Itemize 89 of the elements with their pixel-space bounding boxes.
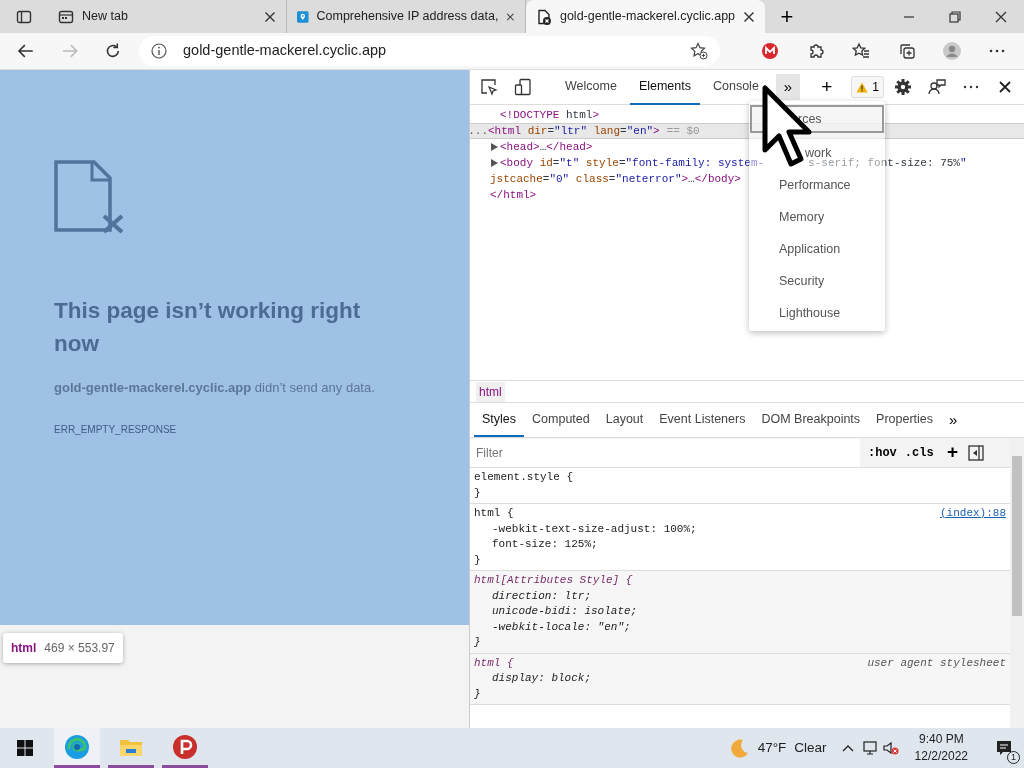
settings-icon[interactable] (894, 78, 912, 96)
warnings-button[interactable]: 1 (851, 76, 884, 98)
collections-icon[interactable] (897, 42, 916, 60)
code-line: jstcache="0" class="neterror">…</body> (490, 172, 741, 187)
closing-brace: } (474, 686, 481, 702)
close-icon[interactable] (506, 10, 515, 23)
breadcrumb[interactable]: html (476, 381, 505, 402)
device-icon[interactable] (514, 78, 532, 96)
hover-toggle[interactable]: :hov (868, 437, 897, 468)
error-message: gold-gentle-mackerel.cyclic.app didn’t send any data. (54, 379, 376, 397)
css-declaration: -webkit-text-size-adjust: 100%; (491, 521, 698, 537)
error-code: ERR_EMPTY_RESPONSE (54, 422, 178, 437)
scrollbar[interactable] (1010, 438, 1024, 728)
gutter-dots: ... (468, 124, 488, 139)
css-selector: html { (474, 655, 514, 671)
close-icon[interactable] (264, 10, 276, 23)
new-rule-button[interactable]: + (941, 437, 964, 468)
notification-count: 1 (1007, 751, 1020, 764)
pane-tab[interactable]: Layout (597, 403, 652, 437)
css-selector: html[Attributes Style] { (474, 573, 633, 588)
sidebar-toggle-icon[interactable] (967, 444, 984, 461)
broken-file-icon (54, 160, 126, 234)
code-line: <html dir="ltr" lang="en"> (488, 124, 660, 139)
browser-tab[interactable]: gold-gentle-mackerel.cyclic.app (526, 0, 765, 33)
more-tabs-button[interactable]: » (775, 74, 800, 100)
source-link[interactable]: (index):88 (940, 506, 1006, 522)
css-declaration: direction: ltr; (491, 588, 593, 604)
temperature: 47°F (757, 738, 787, 757)
notification-icon[interactable] (995, 739, 1013, 757)
selected-marker: == $0 (666, 124, 700, 139)
clock-time[interactable]: 9:40 PM (918, 731, 964, 748)
page-icon (58, 8, 74, 25)
pane-tab[interactable]: Event Listeners (651, 403, 754, 437)
code-line: s-serif; font-size: 75%" (808, 157, 967, 171)
new-tab-button[interactable]: + (769, 0, 805, 33)
source-label: user agent stylesheet (867, 655, 1006, 671)
menu-item[interactable]: Application (779, 242, 841, 256)
error-title: This page isn’t working right now (54, 297, 362, 358)
css-selector: html { (474, 506, 514, 521)
menu-item[interactable]: work (805, 146, 832, 160)
pane-tab[interactable]: DOM Breakpoints (753, 403, 869, 437)
tooltip-size: 469 × 553.97 (44, 640, 115, 657)
css-selector: element.style { (474, 470, 574, 485)
tab-actions-icon[interactable] (16, 8, 32, 25)
pane-tab[interactable]: Computed (524, 403, 598, 437)
filter-field[interactable]: Filter (470, 438, 860, 467)
clock-date[interactable]: 12/2/2022 (914, 748, 968, 765)
menu-item[interactable]: Performance (779, 178, 851, 192)
expand-arrow-icon[interactable] (491, 143, 498, 151)
volume-muted-icon[interactable] (882, 740, 899, 756)
pin-icon (297, 8, 309, 25)
windows-start-icon[interactable] (16, 739, 34, 757)
browser-icon[interactable] (64, 733, 90, 760)
error-page-icon (536, 8, 552, 25)
code-line: <head>…</head> (500, 140, 593, 155)
devtools-tab[interactable]: Elements (629, 69, 700, 105)
css-declaration: display: block; (491, 671, 593, 686)
weather-condition: Clear (794, 738, 827, 757)
inspect-icon[interactable] (480, 78, 498, 96)
closing-brace: } (474, 485, 481, 501)
devtools-tab[interactable]: Welcome (556, 69, 626, 105)
menu-item[interactable]: Memory (779, 210, 825, 224)
code-line: </html> (490, 188, 537, 203)
restore-icon[interactable] (947, 8, 963, 25)
more-tabs-button[interactable]: » (941, 405, 966, 435)
info-icon[interactable] (151, 43, 167, 59)
closing-brace: } (474, 552, 481, 568)
warning-icon (856, 81, 869, 93)
code-line: <!DOCTYPE html> (500, 108, 600, 123)
expand-arrow-icon[interactable] (491, 159, 498, 167)
pane-tab[interactable]: Properties (868, 403, 942, 437)
network-icon[interactable] (862, 740, 879, 756)
css-declaration: unicode-bidi: isolate; (491, 604, 639, 619)
add-tab-button[interactable]: + (811, 72, 842, 102)
close-icon[interactable] (743, 10, 755, 23)
favorites-icon[interactable] (852, 42, 871, 60)
star-plus-icon[interactable] (689, 42, 708, 60)
code-line: <body id="t" style="font-family: system- (500, 156, 765, 171)
address-bar[interactable]: gold-gentle-mackerel.cyclic.app (139, 36, 720, 66)
css-declaration: -webkit-locale: "en"; (491, 619, 632, 635)
p-app-icon[interactable] (172, 733, 198, 760)
menu-item[interactable]: Lighthouse (779, 306, 841, 320)
class-toggle[interactable]: .cls (904, 437, 934, 468)
feedback-icon[interactable] (928, 78, 946, 96)
css-declaration: font-size: 125%; (491, 537, 599, 552)
closing-brace: } (474, 635, 481, 650)
tooltip-tag: html (11, 639, 37, 657)
avatar-icon[interactable] (942, 42, 961, 60)
menu-item[interactable]: Security (779, 274, 825, 288)
